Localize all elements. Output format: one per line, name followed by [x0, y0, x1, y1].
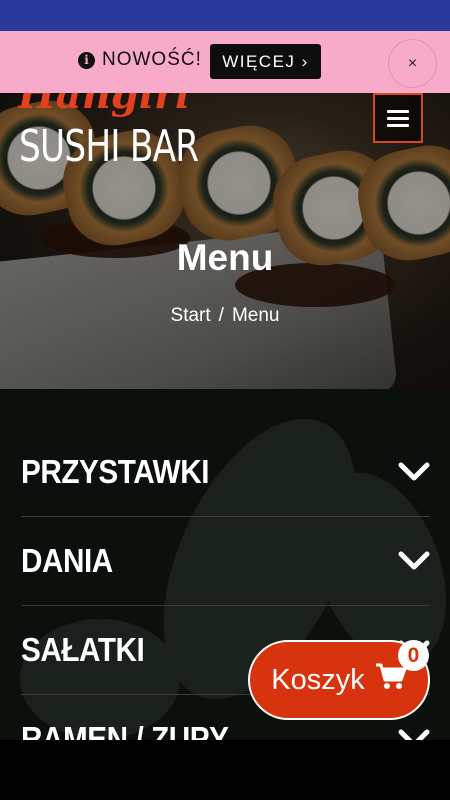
chevron-down-icon[interactable]	[398, 456, 430, 488]
chevron-down-icon[interactable]	[398, 723, 430, 740]
logo-script[interactable]: Hangiri	[18, 93, 208, 123]
breadcrumb-home-link[interactable]: Start	[171, 305, 211, 326]
breadcrumb-current: Menu	[231, 305, 280, 326]
promo-text: NOWOŚĆ!	[102, 49, 202, 70]
breadcrumb-separator: /	[218, 305, 224, 326]
info-icon: i	[78, 52, 95, 69]
category-label: SAŁATKI	[21, 631, 145, 668]
hamburger-icon[interactable]	[373, 93, 423, 143]
chevron-down-icon[interactable]	[398, 545, 430, 577]
more-button[interactable]: WIĘCEJ ›	[210, 44, 321, 79]
cart-label: Koszyk	[271, 663, 365, 696]
close-button[interactable]: ×	[388, 39, 437, 88]
category-przystawki[interactable]: PRZYSTAWKI	[21, 428, 430, 517]
bottom-bar	[0, 740, 450, 800]
cart-icon	[375, 662, 407, 698]
category-label: RAMEN / ZUPY	[21, 720, 229, 740]
logo[interactable]: SUSHI BAR	[19, 124, 199, 170]
category-label: DANIA	[21, 542, 113, 579]
promo-banner: i NOWOŚĆ! WIĘCEJ ›	[0, 31, 450, 93]
category-dania[interactable]: DANIA	[21, 517, 430, 606]
status-bar	[0, 0, 450, 31]
category-label: PRZYSTAWKI	[21, 453, 210, 490]
breadcrumb: Start / Menu	[0, 305, 450, 327]
cart-count-badge: 0	[398, 640, 429, 671]
page-title: Menu	[176, 237, 274, 278]
